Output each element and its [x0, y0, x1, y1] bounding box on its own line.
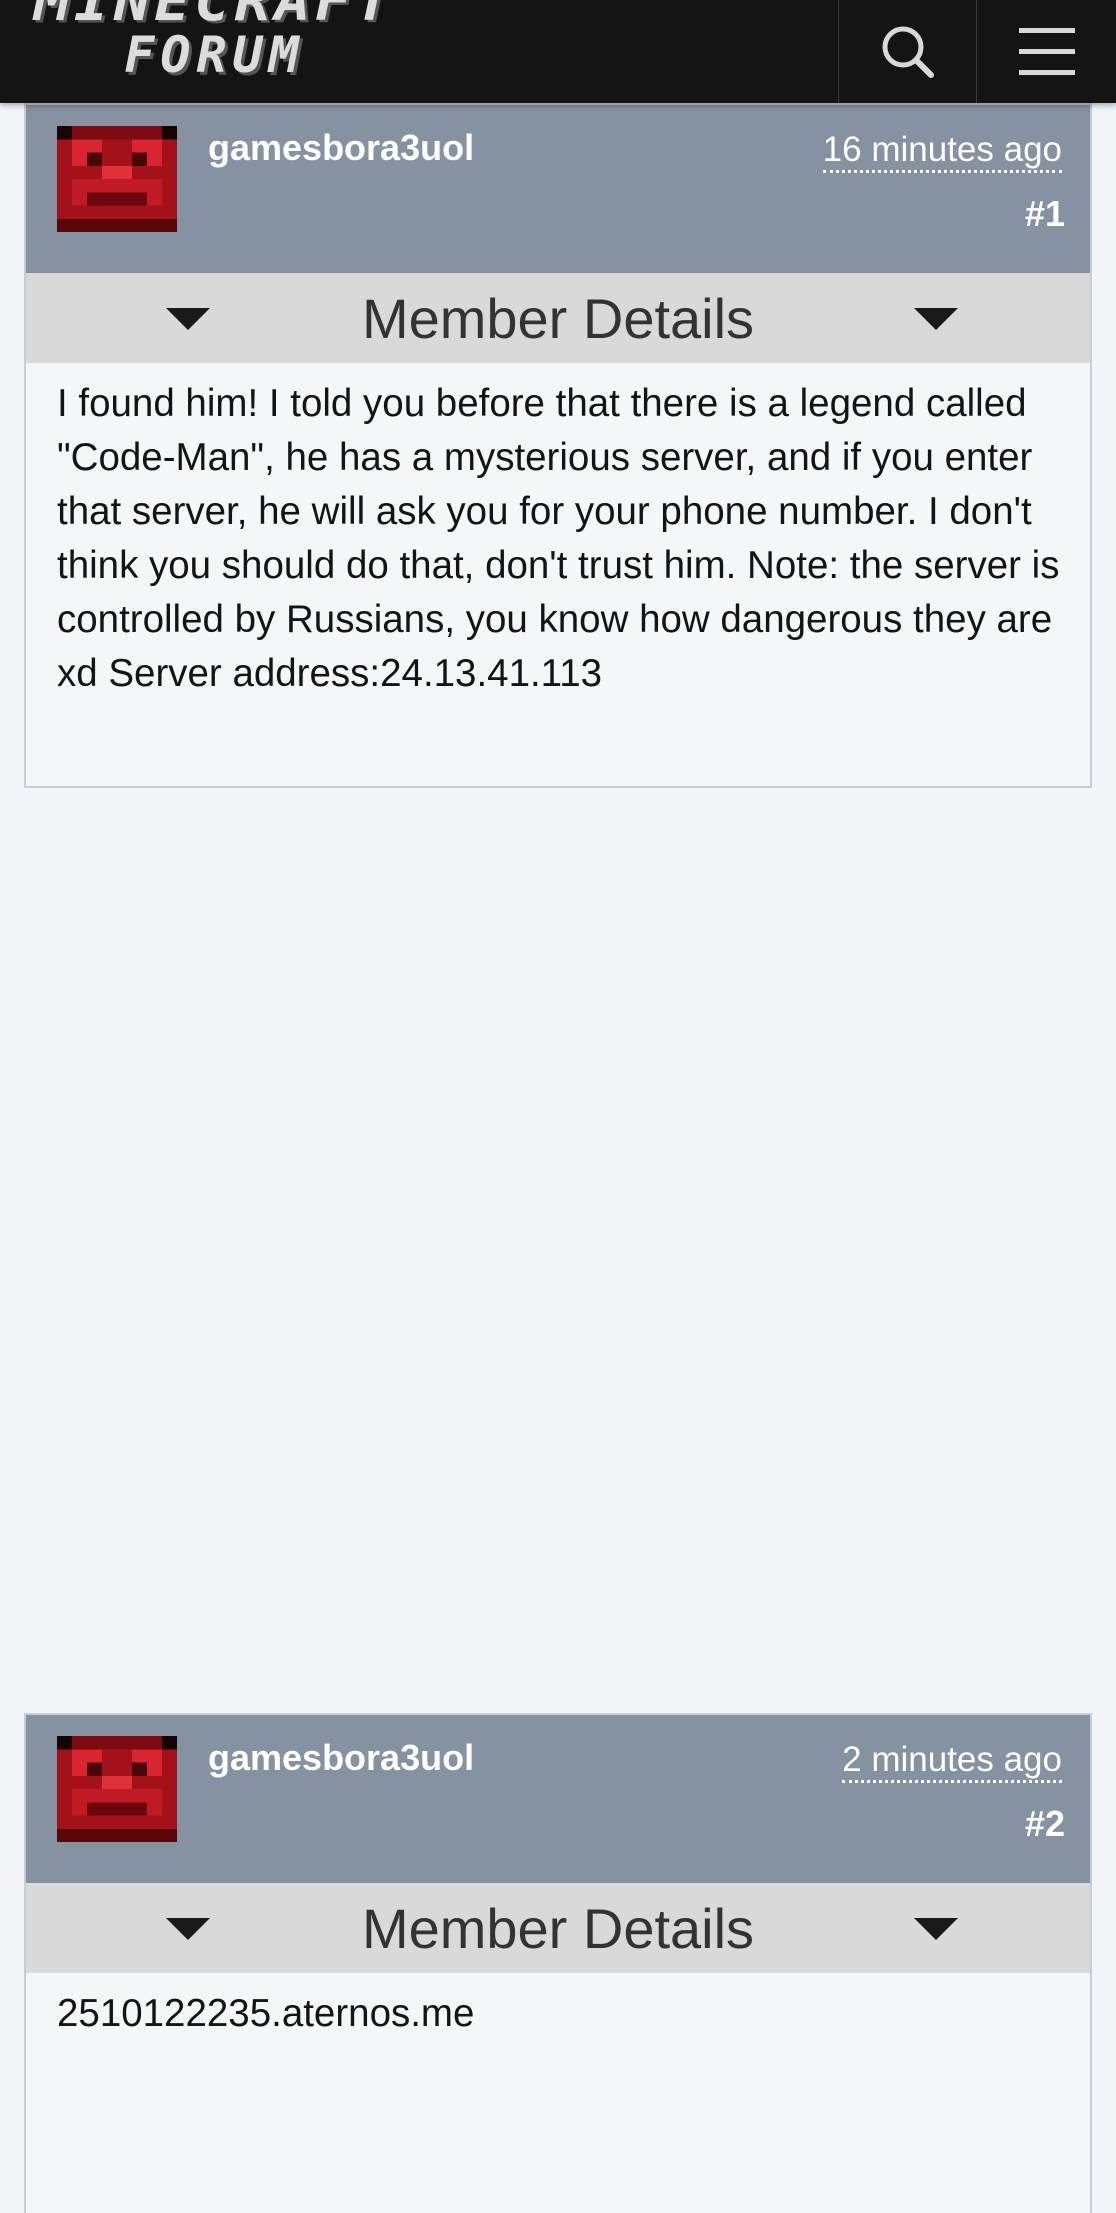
hamburger-menu-icon	[1019, 27, 1075, 75]
forum-post: gamesbora3uol 16 minutes ago #1 Member D…	[24, 103, 1092, 788]
forum-post: gamesbora3uol 2 minutes ago #2 Member De…	[24, 1713, 1092, 2213]
caret-down-icon	[914, 308, 958, 330]
caret-down-icon	[166, 308, 210, 330]
caret-down-icon	[914, 1918, 958, 1940]
minecraft-forum-logo[interactable]: MINECRAFT FORUM	[22, 0, 407, 92]
post-header: gamesbora3uol 2 minutes ago #2	[26, 1715, 1090, 1883]
caret-down-icon	[166, 1918, 210, 1940]
post-username[interactable]: gamesbora3uol	[208, 1737, 474, 1779]
post-number[interactable]: #1	[1025, 193, 1065, 235]
search-button[interactable]	[838, 0, 976, 103]
post-body: 2510122235.aternos.me	[57, 1992, 475, 2035]
post-body: I found him! I told you before that ther…	[57, 382, 1060, 695]
logo-line-2: FORUM	[124, 26, 305, 84]
member-details-toggle[interactable]: Member Details	[26, 273, 1090, 363]
logo-line-1: MINECRAFT	[33, 0, 396, 34]
post-header: gamesbora3uol 16 minutes ago #1	[26, 105, 1090, 273]
user-avatar[interactable]	[57, 1736, 177, 1842]
member-details-toggle[interactable]: Member Details	[26, 1883, 1090, 1973]
post-number[interactable]: #2	[1025, 1803, 1065, 1845]
post-username[interactable]: gamesbora3uol	[208, 127, 474, 169]
top-navigation-bar: MINECRAFT FORUM	[0, 0, 1116, 103]
member-details-label: Member Details	[361, 286, 755, 350]
user-avatar[interactable]	[57, 126, 177, 232]
member-details-label: Member Details	[361, 1896, 755, 1960]
post-timestamp[interactable]: 2 minutes ago	[842, 1740, 1062, 1783]
post-timestamp[interactable]: 16 minutes ago	[822, 130, 1062, 173]
search-icon	[882, 26, 934, 78]
menu-button[interactable]	[976, 0, 1116, 103]
